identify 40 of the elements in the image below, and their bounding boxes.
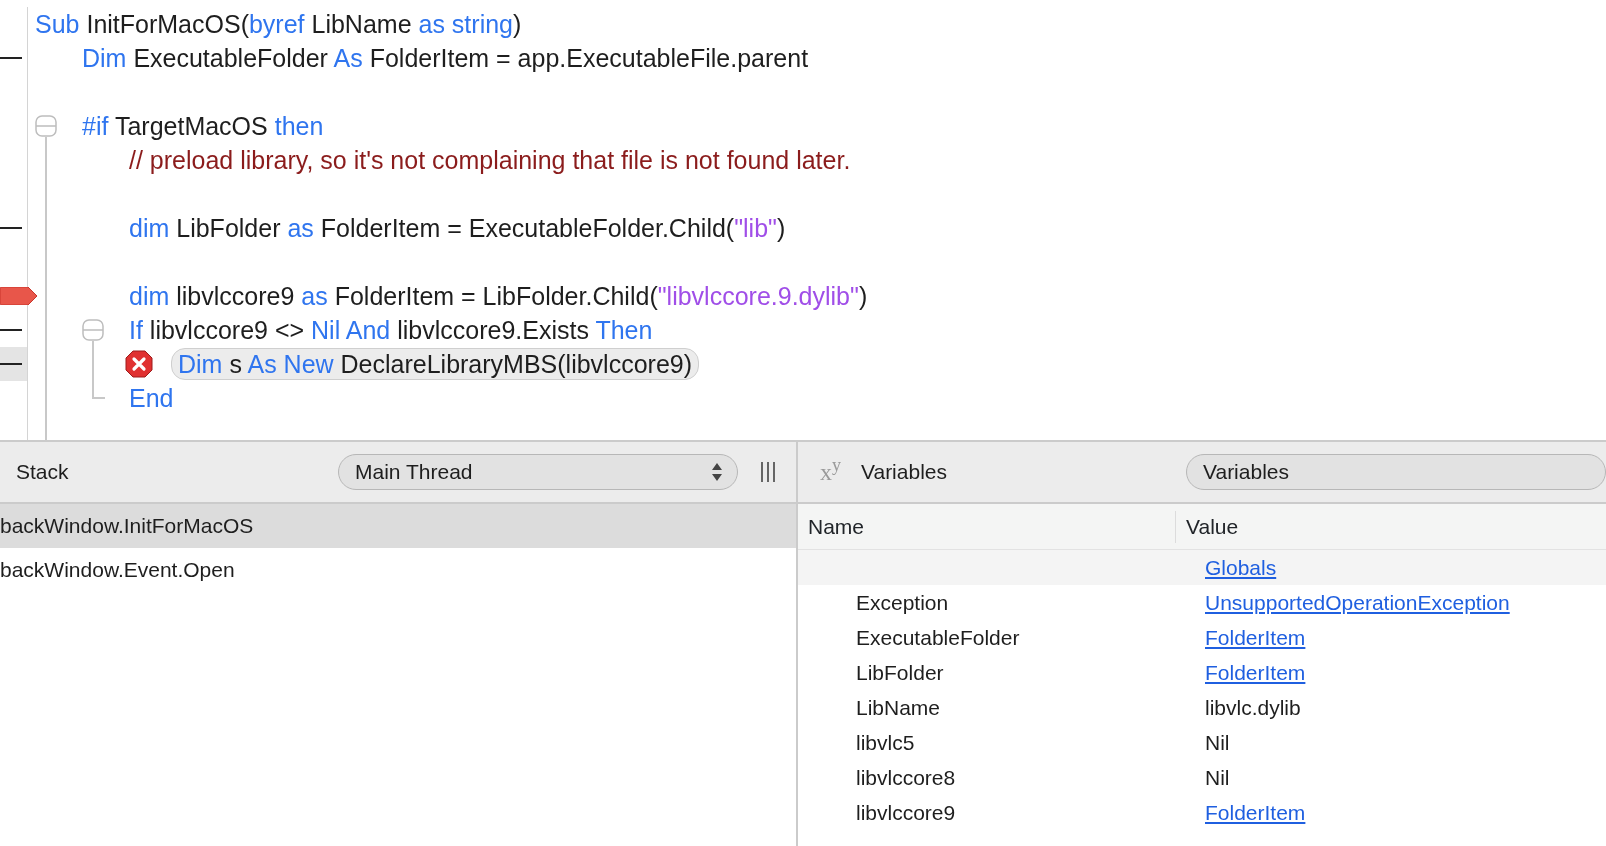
columns-icon[interactable] [760,462,776,482]
value-link[interactable]: FolderItem [1205,796,1306,829]
code-line: If libvlccore9 <> Nil And libvlccore9.Exists Then [129,315,653,346]
value-link[interactable]: Globals [1205,551,1277,584]
stack-frame[interactable]: backWindow.Event.Open [0,548,796,592]
stack-frame[interactable]: backWindow.InitForMacOS [0,504,796,548]
code-line: dim libvlccore9 as FolderItem = LibFolder.Child("libvlccore.9.dylib") [129,281,868,312]
variable-name: libvlccore9 [856,800,956,824]
column-header[interactable]: Value [1176,510,1239,543]
variable-name: libvlc5 [856,730,915,754]
breakpoint-marker[interactable] [0,287,37,305]
pane-title: Variables [861,459,948,486]
variable-value: Nil [1205,764,1230,791]
variable-name: LibName [856,695,941,719]
code-line: Sub InitForMacOS(byref LibName as string) [35,9,522,40]
variable-value: libvlc.dylib [1205,694,1301,721]
code-line: End [129,383,174,414]
value-link[interactable]: FolderItem [1205,621,1306,654]
highlighted-code-line: Dim s As New DeclareLibraryMBS(libvlccore9) [171,348,700,380]
variable-name: LibFolder [856,660,944,684]
code-line: Dim ExecutableFolder As FolderItem = app.ExecutableFile.parent [82,43,809,74]
scope-select[interactable]: Variables [1186,454,1606,490]
variable-value: Nil [1205,729,1230,756]
variable-name: Exception [856,590,949,614]
pane-title: Stack [16,459,70,486]
variable-name: libvlccore8 [856,765,956,789]
variable-name: ExecutableFolder [856,625,1020,649]
thread-select[interactable]: Main Thread [338,454,738,490]
variables-icon: x$^{y}$ [820,454,841,490]
value-link[interactable]: UnsupportedOperationException [1205,586,1510,619]
fold-toggle-icon[interactable] [35,115,57,137]
code-line: #if TargetMacOS then [82,111,324,142]
value-link[interactable]: FolderItem [1205,656,1306,689]
code-line: dim LibFolder as FolderItem = ExecutableFolder.Child("lib") [129,213,786,244]
fold-guide-line [92,341,105,399]
error-icon[interactable] [125,350,153,378]
up-down-arrows-icon [711,462,723,482]
code-line: // preload library, so it's not complaining that file is not found later. [129,145,851,176]
column-header[interactable]: Name [798,510,1176,543]
fold-toggle-icon[interactable] [82,319,104,341]
